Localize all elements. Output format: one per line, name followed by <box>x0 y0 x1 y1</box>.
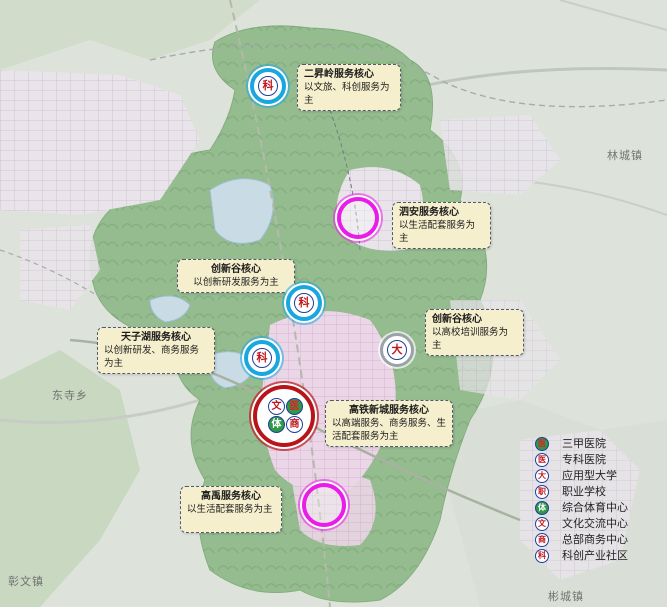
service-center-gaotie[interactable]: 文 医 体 商 <box>253 385 315 447</box>
callout-chuangxin-east: 创新谷核心 以高校培训服务为主 <box>425 309 524 356</box>
legend-label: 总部商务中心 <box>562 533 628 546</box>
service-center-erhun[interactable]: 科 <box>250 68 286 104</box>
callout-tianzihu: 天子湖服务核心 以创新研发、商务服务为主 <box>97 327 215 374</box>
service-center-chuangxin-east[interactable]: 大 <box>380 333 414 367</box>
place-label: 彰文镇 <box>8 575 44 588</box>
callout-desc: 以高端服务、商务服务、生活配套服务为主 <box>332 418 447 442</box>
legend-item: 科 科创产业社区 <box>535 548 665 564</box>
legend-label: 应用型大学 <box>562 469 617 482</box>
place-label: 彬城镇 <box>548 590 584 603</box>
planning-map: 林城镇 东寺乡 彰文镇 彬城镇 科 二昇岭服务核心 以文旅、科创服务为主 泗安服… <box>0 0 667 607</box>
business-icon: 商 <box>286 416 303 433</box>
science-icon: 科 <box>252 348 272 368</box>
callout-gaotie: 高铁新城服务核心 以高端服务、商务服务、生活配套服务为主 <box>325 400 453 447</box>
legend-item: 文 文化交流中心 <box>535 516 665 532</box>
business-icon: 商 <box>535 533 549 547</box>
callout-title: 创新谷核心 <box>432 314 482 325</box>
legend-label: 科创产业社区 <box>562 549 628 562</box>
callout-desc: 以高校培训服务为主 <box>432 327 509 351</box>
callout-gaoyu: 高禹服务核心 以生活配套服务为主 <box>180 486 282 533</box>
sports-icon: 体 <box>268 416 285 433</box>
service-center-gaoyu[interactable] <box>302 483 346 527</box>
culture-icon: 文 <box>535 517 549 531</box>
legend-label: 三甲医院 <box>562 437 606 450</box>
service-center-chuangxin-west[interactable]: 科 <box>286 285 322 321</box>
legend-label: 专科医院 <box>562 453 606 466</box>
callout-sian: 泗安服务核心 以生活配套服务为主 <box>392 202 491 249</box>
place-label: 东寺乡 <box>52 389 88 402</box>
legend-item: 职 职业学校 <box>535 484 665 500</box>
service-center-tianzihu[interactable]: 科 <box>244 340 280 376</box>
callout-chuangxin-west: 创新谷核心 以创新研发服务为主 <box>177 259 295 293</box>
hospital-icon: 医 <box>535 437 549 451</box>
callout-desc: 以创新研发服务为主 <box>193 277 279 288</box>
callout-title: 二昇岭服务核心 <box>304 69 374 80</box>
science-icon: 科 <box>258 76 278 96</box>
legend-label: 文化交流中心 <box>562 517 628 530</box>
sports-icon: 体 <box>535 501 549 515</box>
callout-desc: 以生活配套服务为主 <box>187 504 273 515</box>
university-icon: 大 <box>535 469 549 483</box>
callout-title: 天子湖服务核心 <box>121 332 191 343</box>
service-center-sian[interactable] <box>337 197 379 239</box>
callout-erhun: 二昇岭服务核心 以文旅、科创服务为主 <box>297 64 401 111</box>
university-icon: 大 <box>387 340 407 360</box>
callout-desc: 以文旅、科创服务为主 <box>304 82 390 106</box>
legend-label: 职业学校 <box>562 485 606 498</box>
legend: 医 三甲医院 医 专科医院 大 应用型大学 职 职业学校 体 综合体育中心 文 … <box>535 436 665 564</box>
callout-desc: 以创新研发、商务服务为主 <box>104 345 200 369</box>
culture-icon: 文 <box>268 398 285 415</box>
hospital-icon: 医 <box>286 398 303 415</box>
legend-item: 大 应用型大学 <box>535 468 665 484</box>
science-icon: 科 <box>294 293 314 313</box>
place-label: 林城镇 <box>607 149 643 162</box>
legend-item: 体 综合体育中心 <box>535 500 665 516</box>
legend-item: 医 专科医院 <box>535 452 665 468</box>
legend-label: 综合体育中心 <box>562 501 628 514</box>
callout-title: 高铁新城服务核心 <box>349 405 429 416</box>
vocational-school-icon: 职 <box>535 485 549 499</box>
legend-item: 医 三甲医院 <box>535 436 665 452</box>
callout-title: 创新谷核心 <box>211 264 261 275</box>
specialty-hospital-icon: 医 <box>535 453 549 467</box>
science-icon: 科 <box>535 549 549 563</box>
legend-item: 商 总部商务中心 <box>535 532 665 548</box>
callout-title: 高禹服务核心 <box>201 491 261 502</box>
callout-desc: 以生活配套服务为主 <box>399 220 476 244</box>
callout-title: 泗安服务核心 <box>399 207 459 218</box>
